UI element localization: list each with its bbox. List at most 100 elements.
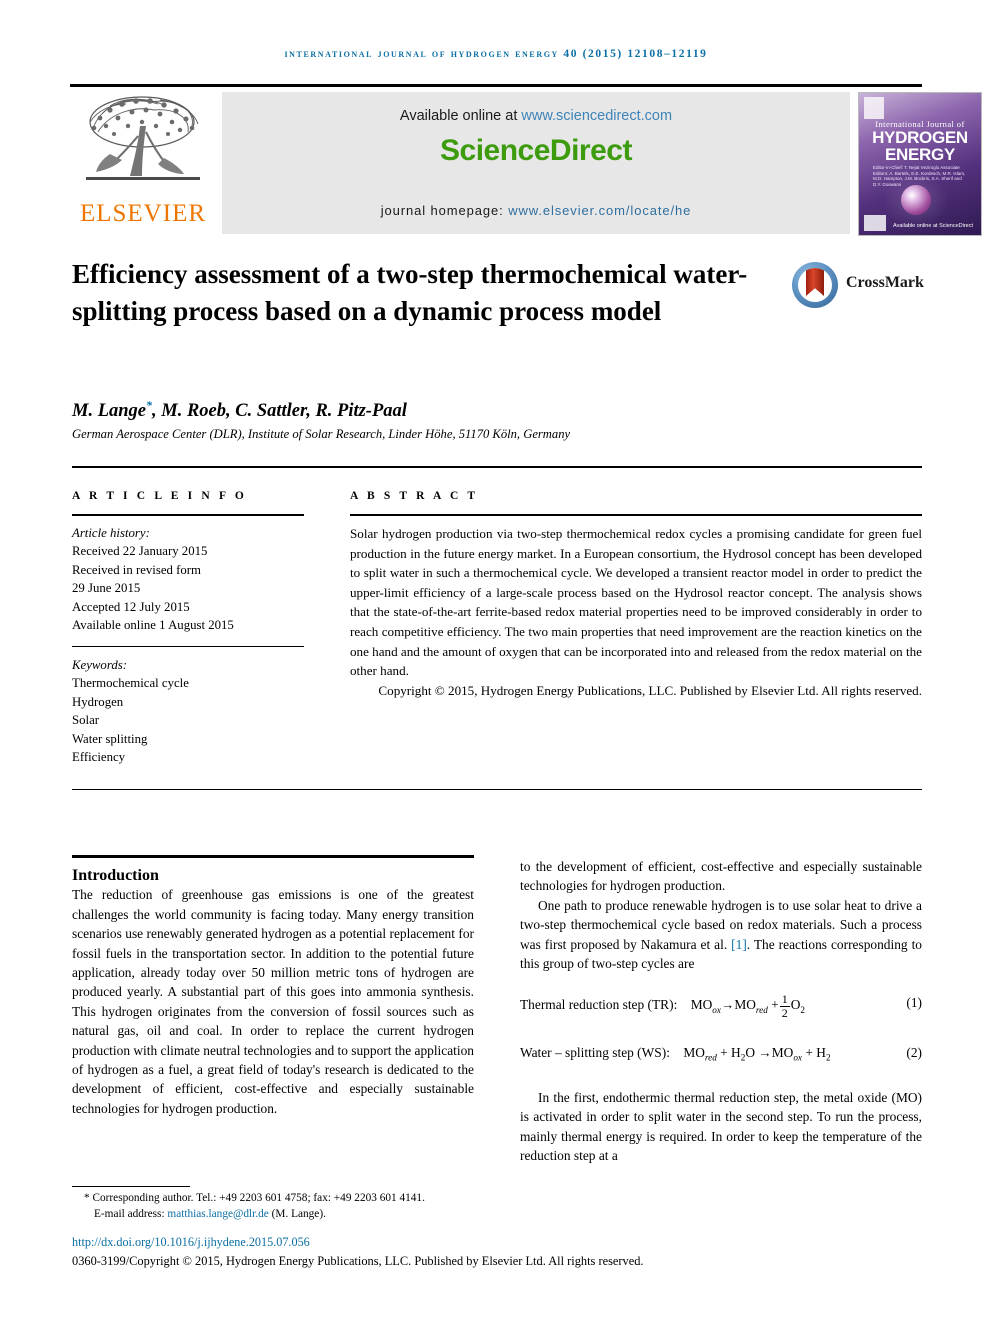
introduction-paragraph-3: In the first, endothermic thermal reduct… <box>520 1089 922 1163</box>
crossmark-ribbon-icon <box>806 268 824 296</box>
journal-cover-thumbnail[interactable]: International Journal of HYDROGEN ENERGY… <box>858 92 982 236</box>
article-page: International Journal of Hydrogen Energy… <box>0 0 992 1323</box>
introduction-paragraph-1-continued: to the development of efficient, cost-ef… <box>520 859 922 894</box>
article-history-block: Article history: Received 22 January 201… <box>72 524 304 634</box>
cover-sphere-graphic <box>901 185 931 215</box>
equation-2-number: (2) <box>906 1044 922 1060</box>
sciencedirect-band: Available online at www.sciencedirect.co… <box>222 92 850 234</box>
equation-1-frac-denominator: 2 <box>781 1006 788 1021</box>
equation-2-body: Water – splitting step (WS): MOred + H2O… <box>520 1043 831 1068</box>
introduction-paragraph-2: One path to produce renewable hydrogen i… <box>520 896 922 974</box>
journal-homepage-line: journal homepage: www.elsevier.com/locat… <box>222 203 850 218</box>
equation-1-arrow: → <box>720 997 735 1013</box>
crossmark-circle-icon <box>792 262 838 308</box>
journal-masthead: ELSEVIER Available online at www.science… <box>70 84 982 236</box>
history-item: Received 22 January 2015 <box>72 544 208 559</box>
history-item: Received in revised form <box>72 562 201 577</box>
elsevier-wordmark: ELSEVIER <box>79 200 207 227</box>
keywords-divider-rule <box>72 646 304 647</box>
keyword-item: Efficiency <box>72 750 126 765</box>
journal-homepage-label: journal homepage: <box>380 203 509 218</box>
article-info-heading: A R T I C L E I N F O <box>72 490 247 502</box>
equation-1-fraction: 12 <box>779 992 790 1021</box>
equation-2-label: Water – splitting step (WS): <box>520 1044 670 1060</box>
equation-1-lhs-sub: ox <box>712 1005 721 1016</box>
equation-1-rhs-sub: red <box>755 1005 768 1016</box>
cover-sciencedirect-text: Available online at ScienceDirect <box>893 223 973 229</box>
running-head: International Journal of Hydrogen Energy… <box>284 48 708 60</box>
introduction-paragraph-1: The reduction of greenhouse gas emission… <box>72 887 474 1116</box>
corresponding-author-note: * Corresponding author. Tel.: +49 2203 6… <box>84 1192 425 1204</box>
equation-2-rhs: MO <box>771 1044 794 1060</box>
equation-1-rhs: MO <box>734 997 756 1013</box>
history-item: Accepted 12 July 2015 <box>72 599 190 614</box>
abstract-heading: A B S T R A C T <box>350 490 479 502</box>
citation-link-1[interactable]: [1] <box>731 937 747 952</box>
email-label: E-mail address: <box>94 1208 168 1221</box>
cover-line-energy: ENERGY <box>885 145 955 164</box>
keyword-item: Water splitting <box>72 731 148 746</box>
equation-1-lhs: MO <box>690 997 713 1013</box>
equation-1-species: O <box>790 997 801 1013</box>
cover-elsevier-mark-icon <box>864 97 884 119</box>
equation-2-lhs: MO <box>683 1044 705 1060</box>
info-section-top-rule <box>72 466 922 468</box>
email-link[interactable]: matthias.lange@dlr.de <box>167 1208 268 1220</box>
crossmark-badge[interactable]: CrossMark <box>792 262 924 308</box>
elsevier-tree-icon <box>86 96 200 180</box>
affiliation: German Aerospace Center (DLR), Institute… <box>72 427 571 441</box>
article-info-rule <box>72 514 304 516</box>
crossmark-inner-icon <box>798 268 832 302</box>
equation-1: Thermal reduction step (TR): MOox→MOred … <box>520 993 922 1020</box>
equation-1-species-sub: 2 <box>800 1005 805 1016</box>
keywords-block: Keywords: Thermochemical cycle Hydrogen … <box>72 656 304 766</box>
elsevier-logo: ELSEVIER <box>72 92 214 234</box>
email-note: E-mail address: matthias.lange@dlr.de (M… <box>72 1206 772 1222</box>
author-first: M. Lange <box>72 401 146 422</box>
available-online-line: Available online at www.sciencedirect.co… <box>222 108 850 124</box>
masthead-top-rule <box>70 84 922 87</box>
keyword-item: Thermochemical cycle <box>72 676 189 691</box>
equation-1-number: (1) <box>906 995 922 1011</box>
equation-1-label: Thermal reduction step (TR): <box>520 997 678 1013</box>
equation-2-lhs-sub: red <box>704 1052 717 1063</box>
doi-link[interactable]: http://dx.doi.org/10.1016/j.ijhydene.201… <box>72 1235 310 1250</box>
email-suffix: (M. Lange). <box>268 1208 326 1221</box>
issn-copyright-line: 0360-3199/Copyright © 2015, Hydrogen Ene… <box>72 1254 644 1268</box>
equation-2: Water – splitting step (WS): MOred + H2O… <box>520 1043 922 1068</box>
abstract-copyright: Copyright © 2015, Hydrogen Energy Public… <box>378 682 922 698</box>
equation-2-plus1-tail: O <box>745 1044 755 1060</box>
section-title-introduction: Introduction <box>72 867 159 884</box>
abstract-block: Solar hydrogen production via two-step t… <box>350 524 922 700</box>
page-title: Efficiency assessment of a two-step ther… <box>72 259 748 326</box>
equation-1-plus: + <box>771 997 779 1013</box>
equation-2-plus1: + H <box>720 1044 741 1060</box>
equation-2-plus2-sub: 2 <box>825 1052 831 1063</box>
author-list: M. Lange*, M. Roeb, C. Sattler, R. Pitz-… <box>72 398 892 422</box>
available-online-text: Available online at <box>399 108 522 124</box>
body-column-left: Introduction The reduction of greenhouse… <box>72 866 474 1118</box>
abstract-rule <box>350 514 922 516</box>
cover-ihe-mark-icon <box>864 215 886 231</box>
footnote-block: * Corresponding author. Tel.: +49 2203 6… <box>72 1190 772 1223</box>
keyword-item: Solar <box>72 713 100 728</box>
journal-homepage-link[interactable]: www.elsevier.com/locate/he <box>508 203 691 218</box>
introduction-top-rule <box>72 855 474 858</box>
body-column-right: to the development of efficient, cost-ef… <box>520 857 922 1165</box>
sciencedirect-logo[interactable]: ScienceDirect <box>222 134 850 168</box>
footnote-separator-rule <box>72 1186 190 1187</box>
equation-1-frac-numerator: 1 <box>779 992 790 1008</box>
abstract-body: Solar hydrogen production via two-step t… <box>350 526 922 679</box>
equation-2-arrow: → <box>758 1044 772 1060</box>
sciencedirect-url-link[interactable]: www.sciencedirect.com <box>521 108 672 124</box>
author-rest: , M. Roeb, C. Sattler, R. Pitz-Paal <box>152 401 407 422</box>
equation-2-plus2: + H <box>805 1044 826 1060</box>
keywords-label: Keywords: <box>72 658 127 672</box>
history-item: 29 June 2015 <box>72 581 141 596</box>
crossmark-label: CrossMark <box>846 274 924 291</box>
article-history-label: Article history: <box>72 526 150 540</box>
abstract-section-bottom-rule <box>72 789 922 790</box>
keyword-item: Hydrogen <box>72 694 124 709</box>
history-item: Available online 1 August 2015 <box>72 618 234 633</box>
equation-1-body: Thermal reduction step (TR): MOox→MOred … <box>520 993 805 1020</box>
